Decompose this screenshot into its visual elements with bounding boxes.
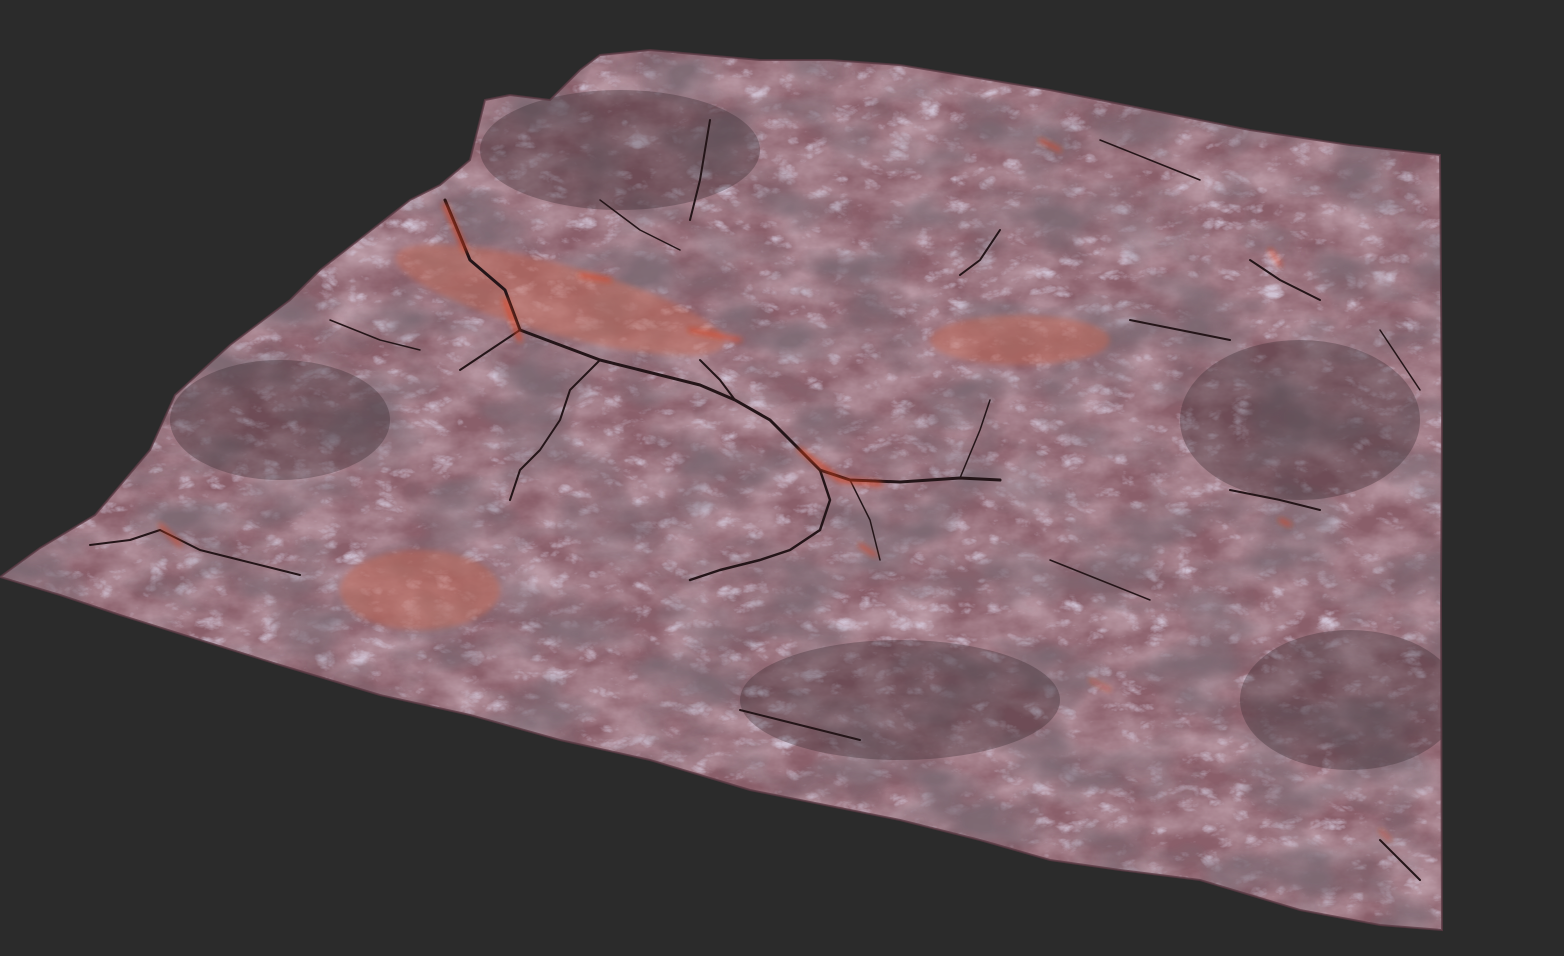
viewport-3d[interactable]	[0, 0, 1564, 956]
terrain-mesh	[0, 48, 1444, 932]
terrain-surface	[0, 50, 1442, 930]
